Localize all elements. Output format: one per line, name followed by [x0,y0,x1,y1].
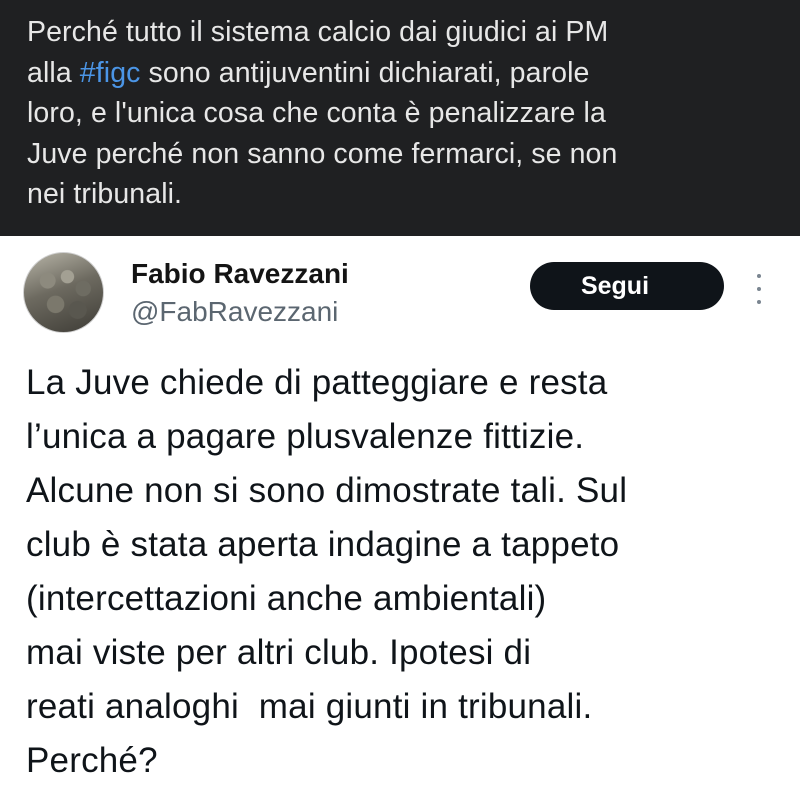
dot [757,287,761,291]
tweet-line: club è stata aperta indagine a tappeto [26,525,620,564]
tweet-line: Perché? [26,741,158,780]
caption-line-4: Juve perché non sanno come fermarci, se … [27,137,618,170]
dot [757,300,761,304]
tweet-line: Alcune non si sono dimostrate tali. Sul [26,471,628,510]
tweet-line: reati analoghi mai giunti in tribunali. [26,687,593,726]
hashtag-link[interactable]: #figc [80,57,141,89]
avatar[interactable] [23,252,104,333]
caption-line-5: nei tribunali. [27,178,183,210]
tweet-text: La Juve chiede di patteggiare e resta l’… [26,356,786,788]
caption-line-1: Perché tutto il sistema calcio dai giudi… [27,16,609,48]
tweet-line: mai viste per altri club. Ipotesi di [26,633,532,672]
tweet-line: La Juve chiede di patteggiare e resta [26,363,608,402]
caption-line-2-post: sono antijuventini dichiarati, parole [140,56,590,89]
caption-line-3: loro, e l'unica cosa che conta è penaliz… [27,97,606,129]
follow-button[interactable]: Segui [530,262,724,310]
author-handle[interactable]: @FabRavezzani [131,296,338,328]
tweet-line: l’unica a pagare plusvalenze fittizie. [26,417,585,456]
more-options-icon[interactable] [752,274,766,304]
caption-line-2-pre: alla [27,56,80,89]
author-name[interactable]: Fabio Ravezzani [131,258,349,290]
dot [757,274,761,278]
embedded-tweet: Fabio Ravezzani @FabRavezzani Segui La J… [0,236,800,800]
caption-card: Perché tutto il sistema calcio dai giudi… [0,0,800,236]
tweet-line: (intercettazioni anche ambientali) [26,579,547,618]
caption-text: Perché tutto il sistema calcio dai giudi… [27,12,787,215]
